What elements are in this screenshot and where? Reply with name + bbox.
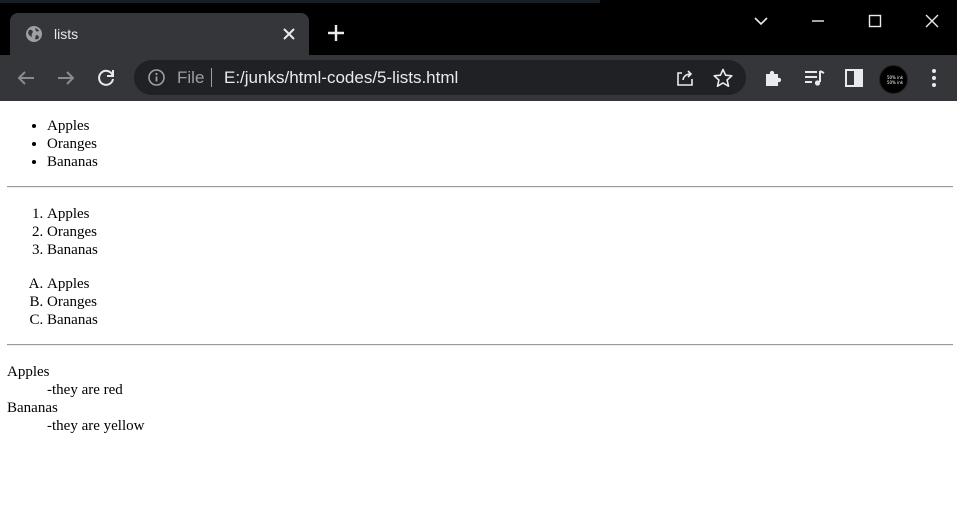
url-text[interactable]: E:/junks/html-codes/5-lists.html (224, 68, 458, 87)
arrow-right-icon[interactable] (54, 66, 78, 90)
definition-list: Apples -they are red Bananas -they are y… (7, 363, 144, 435)
reload-icon[interactable] (94, 66, 118, 90)
maximize-icon[interactable] (863, 9, 887, 33)
list-item: Apples (47, 205, 98, 223)
globe-icon (26, 26, 42, 42)
title-bar: lists (0, 0, 957, 55)
ordered-list-numeric: Apples Oranges Bananas (47, 205, 98, 259)
arrow-left-icon[interactable] (14, 66, 38, 90)
side-panel-icon[interactable] (842, 66, 866, 90)
browser-toolbar: File E:/junks/html-codes/5-lists.html 50… (0, 55, 957, 101)
profile-avatar[interactable]: 50% ink 50% ink (879, 65, 908, 94)
page-content: Apples Oranges Bananas Apples Oranges Ba… (0, 101, 957, 507)
horizontal-rule (7, 344, 953, 346)
list-item: Apples (47, 117, 98, 135)
tab-lists[interactable]: lists (10, 13, 309, 55)
list-item: Bananas (47, 311, 98, 329)
title-bar-edge (0, 0, 600, 3)
list-item: Apples (47, 275, 98, 293)
close-icon[interactable] (280, 25, 298, 43)
list-item: Bananas (47, 241, 98, 259)
definition-term: Bananas (7, 400, 58, 416)
kebab-menu-icon[interactable] (922, 66, 946, 90)
list-item: Oranges (47, 223, 98, 241)
media-queue-icon[interactable] (802, 66, 826, 90)
definition-term: Apples (7, 364, 50, 380)
horizontal-rule (7, 186, 953, 188)
definition-description: -they are yellow (47, 418, 145, 434)
list-item: Oranges (47, 135, 98, 153)
puzzle-icon[interactable] (762, 66, 786, 90)
address-bar[interactable]: File E:/junks/html-codes/5-lists.html (134, 60, 746, 95)
star-icon[interactable] (712, 67, 734, 89)
chevron-down-icon[interactable] (749, 9, 773, 33)
share-icon[interactable] (674, 67, 696, 89)
definition-description: -they are red (47, 382, 123, 398)
url-separator (211, 68, 212, 87)
unordered-list: Apples Oranges Bananas (47, 117, 98, 171)
url-scheme: File (177, 68, 205, 87)
minimize-icon[interactable] (806, 9, 830, 33)
close-icon[interactable] (920, 9, 944, 33)
plus-icon[interactable] (325, 22, 347, 44)
list-item: Oranges (47, 293, 98, 311)
ordered-list-alpha: Apples Oranges Bananas (47, 275, 98, 329)
info-icon[interactable] (147, 68, 166, 87)
tab-title: lists (54, 26, 79, 42)
list-item: Bananas (47, 153, 98, 171)
